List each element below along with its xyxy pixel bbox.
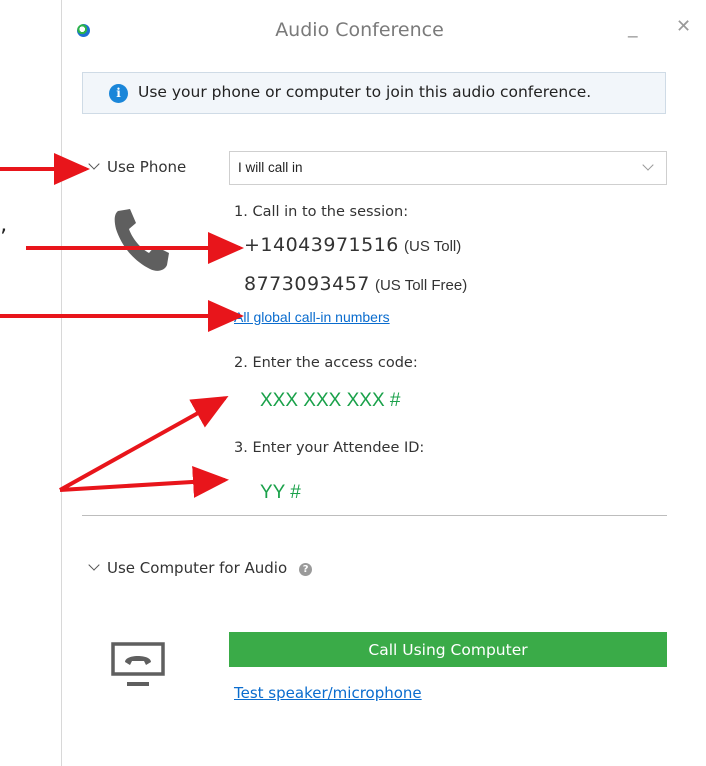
toll-note: (US Toll) <box>404 238 462 255</box>
call-using-computer-button[interactable]: Call Using Computer <box>229 632 667 667</box>
minimize-button[interactable]: _ <box>628 16 638 38</box>
use-phone-label: Use Phone <box>107 158 187 176</box>
access-code-step: 2. Enter the access code: <box>234 355 418 371</box>
computer-audio-icon <box>111 642 165 686</box>
call-option-select[interactable]: I will call in <box>229 151 667 185</box>
chevron-down-icon <box>88 158 100 170</box>
phone-handset-icon <box>114 209 169 271</box>
close-button[interactable]: ✕ <box>676 16 691 38</box>
toll-number-line: +14043971516 (US Toll) <box>244 234 461 256</box>
toll-free-number-line: 8773093457 (US Toll Free) <box>244 273 467 295</box>
call-option-value: I will call in <box>238 160 303 175</box>
test-speaker-microphone-link[interactable]: Test speaker/microphone <box>234 684 422 702</box>
title-bar: Audio Conference _ ✕ <box>62 0 706 62</box>
attendee-id-value: YY # <box>260 482 301 503</box>
chevron-down-icon <box>88 559 100 571</box>
annotation-apostrophe: ’ <box>0 226 7 251</box>
toll-free-number: 8773093457 <box>244 273 370 295</box>
info-banner: i Use your phone or computer to join thi… <box>82 72 666 114</box>
call-in-step: 1. Call in to the session: <box>234 204 409 220</box>
toll-number: +14043971516 <box>244 234 399 256</box>
section-divider <box>82 515 667 516</box>
use-computer-toggle[interactable]: Use Computer for Audio? <box>88 559 313 577</box>
audio-conference-window: Audio Conference _ ✕ i Use your phone or… <box>61 0 706 766</box>
use-phone-toggle[interactable]: Use Phone <box>88 158 187 176</box>
use-computer-label: Use Computer for Audio <box>107 559 288 577</box>
global-call-in-numbers-link[interactable]: All global call-in numbers <box>234 309 390 325</box>
chevron-down-icon <box>642 159 654 171</box>
info-text: Use your phone or computer to join this … <box>138 83 592 101</box>
window-title: Audio Conference <box>275 19 444 41</box>
attendee-id-step: 3. Enter your Attendee ID: <box>234 440 425 456</box>
help-icon[interactable]: ? <box>299 563 313 576</box>
access-code-value: XXX XXX XXX # <box>260 390 401 411</box>
toll-free-note: (US Toll Free) <box>374 277 468 294</box>
info-icon: i <box>109 84 128 103</box>
